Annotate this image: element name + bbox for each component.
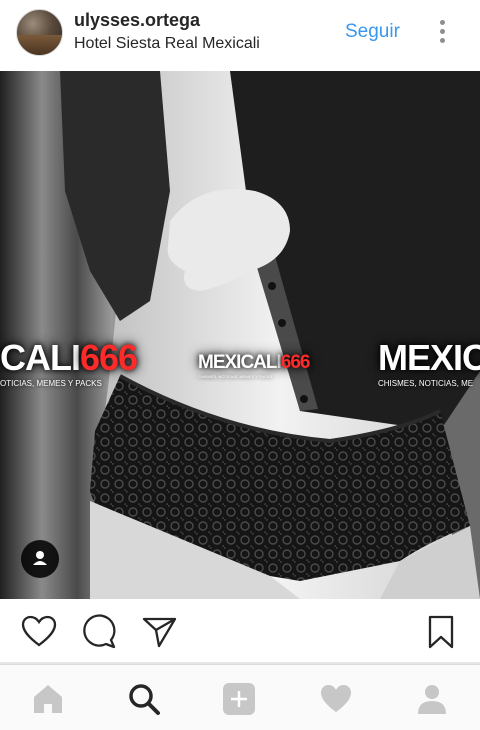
follow-button[interactable]: Seguir bbox=[345, 21, 400, 43]
watermark-center: MEXICALI666 CHISMES, NOTICIAS, MEMES Y P… bbox=[198, 352, 310, 379]
comment-icon[interactable] bbox=[81, 614, 117, 650]
user-tag-icon[interactable] bbox=[21, 540, 59, 578]
heart-icon[interactable] bbox=[21, 614, 57, 650]
watermark-right: MEXICAL CHISMES, NOTICIAS, ME bbox=[378, 337, 480, 388]
location-link[interactable]: Hotel Siesta Real Mexicali bbox=[74, 35, 260, 53]
share-icon[interactable] bbox=[141, 614, 177, 650]
activity-heart-icon[interactable] bbox=[319, 682, 353, 716]
bookmark-icon[interactable] bbox=[423, 614, 459, 650]
post-photo[interactable]: CALI666 OTICIAS, MEMES Y PACKS MEXICALI6… bbox=[0, 71, 480, 599]
avatar[interactable] bbox=[16, 9, 63, 56]
profile-icon[interactable] bbox=[415, 682, 449, 716]
add-icon[interactable] bbox=[222, 682, 256, 716]
post-actions bbox=[0, 600, 480, 662]
home-icon[interactable] bbox=[31, 682, 65, 716]
watermark-left: CALI666 OTICIAS, MEMES Y PACKS bbox=[0, 337, 138, 388]
more-options-icon[interactable] bbox=[432, 18, 454, 46]
username[interactable]: ulysses.ortega bbox=[74, 10, 200, 31]
search-icon[interactable] bbox=[127, 682, 161, 716]
photo-illustration bbox=[0, 71, 480, 599]
bottom-tab-bar bbox=[0, 664, 480, 730]
post-header: ulysses.ortega Hotel Siesta Real Mexical… bbox=[0, 0, 480, 70]
